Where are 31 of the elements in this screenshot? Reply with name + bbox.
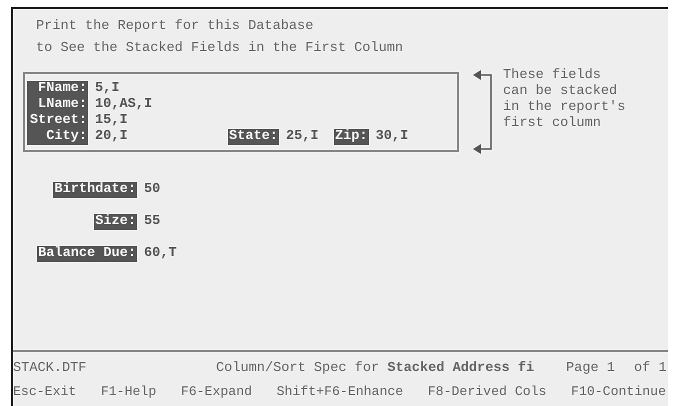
file-name: STACK.DTF <box>13 361 88 377</box>
spec-title: Column/Sort Spec for Stacked Address fi <box>216 361 536 377</box>
field-label[interactable]: LName: <box>27 97 88 113</box>
field-label[interactable]: Street: <box>27 113 88 129</box>
field-label[interactable]: State: <box>228 129 279 145</box>
field-label[interactable]: FName: <box>27 81 88 97</box>
function-key[interactable]: Shift+F6-Enhance <box>276 384 404 406</box>
function-key[interactable]: F10-Continue <box>571 384 666 406</box>
function-key[interactable]: F1-Help <box>100 384 156 406</box>
field-value: 25,I <box>286 129 320 145</box>
page-count: of 1 <box>634 361 667 377</box>
field-value: 20,I <box>95 129 129 145</box>
field-label[interactable]: Size: <box>94 214 137 230</box>
field-value: 50 <box>144 182 160 198</box>
field-label[interactable]: Balance Due: <box>37 246 137 262</box>
heading-text: to See the Stacked Fields in the First Column <box>36 40 404 58</box>
field-value: 60,T <box>144 246 177 262</box>
field-label[interactable]: City: <box>27 129 88 145</box>
field-label[interactable]: Birthdate: <box>53 182 137 198</box>
field-value: 30,I <box>376 129 410 145</box>
function-key[interactable]: F6-Expand <box>180 384 252 406</box>
field-value: 15,I <box>95 113 129 129</box>
field-value: 10,AS,I <box>95 97 154 113</box>
function-key[interactable]: Esc-Exit <box>13 384 76 406</box>
function-key[interactable]: F8-Derived Cols <box>428 384 546 406</box>
note-text: These fields can be stacked in the report's first column <box>503 68 626 132</box>
field-label[interactable]: Zip: <box>334 129 369 145</box>
heading-text: Print the Report for this Database <box>36 18 314 36</box>
page-number: Page 1 <box>566 361 616 377</box>
field-value: 5,I <box>95 81 120 97</box>
field-value: 55 <box>144 214 160 230</box>
